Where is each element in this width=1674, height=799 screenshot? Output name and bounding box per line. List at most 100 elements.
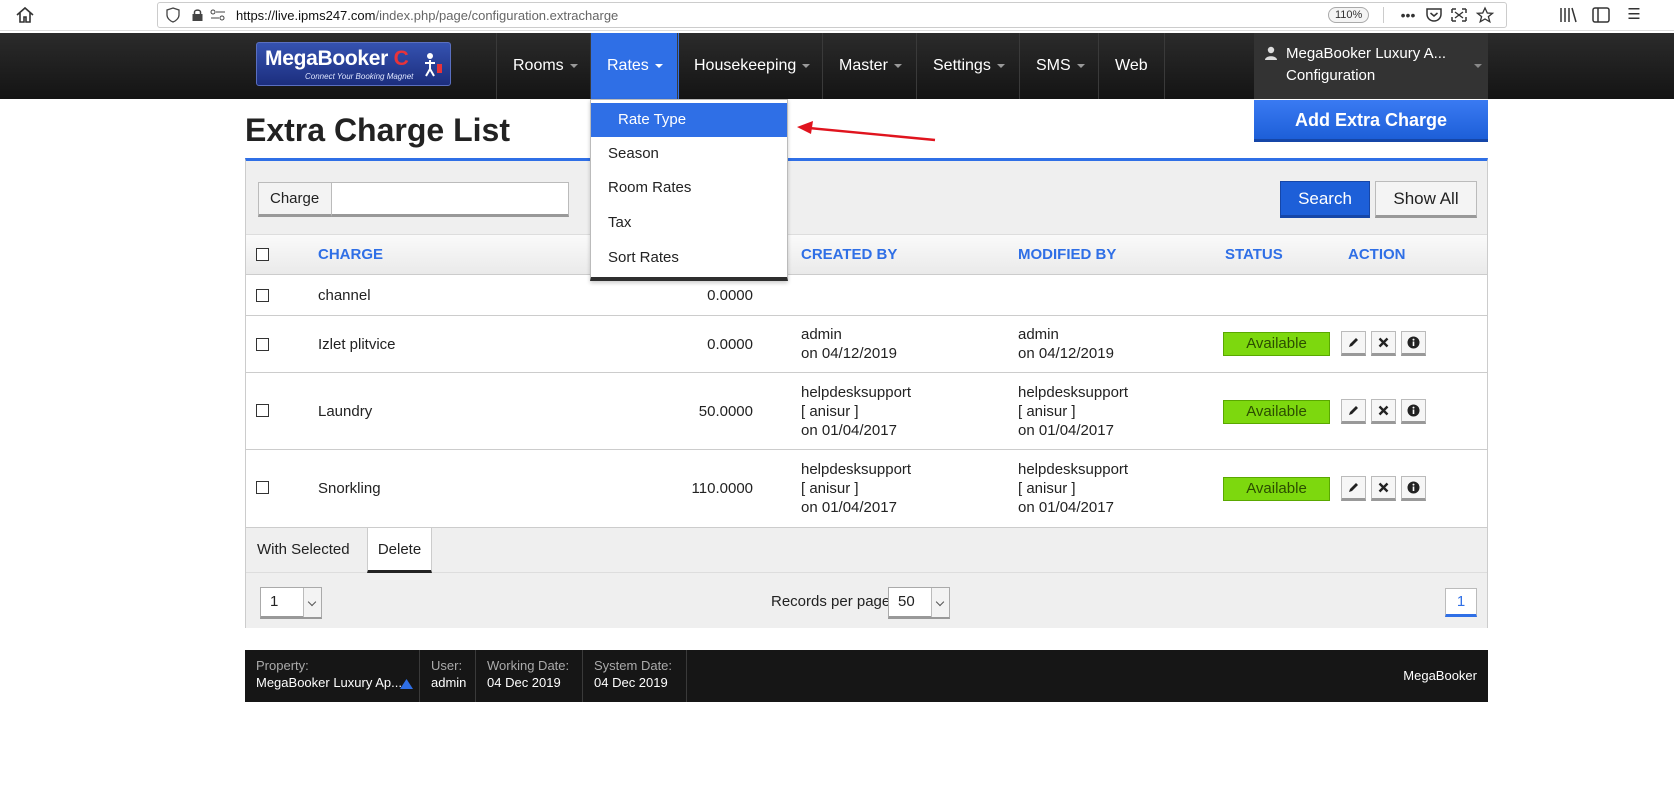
megabooker-logo[interactable]: MegaBooker C Connect Your Booking Magnet xyxy=(256,42,451,86)
caret-down-icon xyxy=(654,63,663,68)
records-per-page-select[interactable]: 50 xyxy=(888,587,950,619)
add-extra-charge-button[interactable]: Add Extra Charge xyxy=(1254,100,1488,142)
filter-bar: Charge Search Show All xyxy=(246,161,1487,235)
delete-selected-button[interactable]: Delete xyxy=(367,528,432,573)
charge-filter-input[interactable] xyxy=(331,182,569,217)
lock-icon[interactable] xyxy=(191,8,204,22)
main-navbar: MegaBooker C Connect Your Booking Magnet… xyxy=(0,33,1674,99)
url-separator xyxy=(1383,7,1384,23)
user-name: MegaBooker Luxury A... xyxy=(1286,45,1447,62)
status-badge: Available xyxy=(1223,332,1330,356)
pocket-icon[interactable] xyxy=(1424,6,1444,24)
caret-down-icon xyxy=(893,63,902,68)
menu-item-season[interactable]: Season xyxy=(591,137,787,171)
edit-button[interactable] xyxy=(1341,476,1366,501)
rates-dropdown-menu: Rate Type Season Room Rates Tax Sort Rat… xyxy=(590,99,788,281)
caret-down-icon xyxy=(996,63,1005,68)
close-icon xyxy=(1378,482,1389,493)
pencil-icon xyxy=(1349,338,1358,347)
footer-property[interactable]: Property: MegaBooker Luxury Ap... xyxy=(245,650,420,702)
pagination-bar: 1 Records per page 50 1 xyxy=(246,573,1487,628)
pencil-icon xyxy=(1349,406,1358,415)
menu-item-rate-type[interactable]: Rate Type xyxy=(591,103,787,137)
app-menu-icon[interactable]: ☰ xyxy=(1623,4,1645,26)
status-badge: Available xyxy=(1223,400,1330,424)
shield-icon[interactable] xyxy=(166,7,180,23)
menu-item-tax[interactable]: Tax xyxy=(591,206,787,240)
chevron-down-icon xyxy=(303,588,321,617)
charge-name: Laundry xyxy=(318,403,373,420)
nav-rooms[interactable]: Rooms xyxy=(496,33,594,99)
annotation-arrow xyxy=(797,121,936,142)
logo-tagline: Connect Your Booking Magnet xyxy=(305,72,414,81)
delete-row-button[interactable] xyxy=(1371,476,1396,501)
screenshot-icon[interactable] xyxy=(1449,6,1469,24)
info-icon xyxy=(1407,404,1420,417)
info-button[interactable] xyxy=(1401,399,1426,424)
footer-brand: MegaBooker xyxy=(1403,668,1477,683)
logo-text: MegaBooker C xyxy=(265,47,409,70)
bulk-actions-bar: With Selected Delete xyxy=(246,528,1487,573)
search-button[interactable]: Search xyxy=(1280,181,1370,218)
column-header-modified-by[interactable]: MODIFIED BY xyxy=(1018,235,1116,275)
nav-housekeeping[interactable]: Housekeeping xyxy=(677,33,826,99)
user-menu[interactable]: MegaBooker Luxury A... Configuration xyxy=(1254,33,1488,99)
close-icon xyxy=(1378,405,1389,416)
caret-down-icon xyxy=(1076,63,1085,68)
row-checkbox[interactable] xyxy=(256,481,269,494)
menu-item-sort-rates[interactable]: Sort Rates xyxy=(591,241,787,275)
user-context: Configuration xyxy=(1286,67,1376,84)
home-icon[interactable] xyxy=(14,4,36,26)
edit-button[interactable] xyxy=(1341,399,1366,424)
url-text[interactable]: https://live.ipms247.com/index.php/page/… xyxy=(236,8,618,23)
created-by: helpdesksupport[ anisur ] on 01/04/2017 xyxy=(801,461,912,516)
delete-row-button[interactable] xyxy=(1371,399,1396,424)
address-bar[interactable]: https://live.ipms247.com/index.php/page/… xyxy=(157,2,1507,28)
select-all-checkbox[interactable] xyxy=(256,248,269,261)
charge-filter-label: Charge xyxy=(258,182,332,217)
page-actions-icon[interactable]: ••• xyxy=(1398,6,1418,24)
modified-by: helpdesksupport[ anisur ] on 01/04/2017 xyxy=(1018,384,1129,439)
charge-name: Izlet plitvice xyxy=(318,336,396,353)
nav-master[interactable]: Master xyxy=(822,33,918,99)
column-header-created-by[interactable]: CREATED BY xyxy=(801,235,897,275)
permissions-icon[interactable] xyxy=(210,9,226,21)
status-badge: Available xyxy=(1223,477,1330,501)
page-button-current[interactable]: 1 xyxy=(1445,588,1477,617)
sidebar-toggle-icon[interactable] xyxy=(1590,4,1612,26)
caret-down-icon xyxy=(802,63,811,68)
page-title: Extra Charge List xyxy=(245,112,510,148)
delete-row-button[interactable] xyxy=(1371,331,1396,356)
column-header-action: ACTION xyxy=(1348,246,1406,263)
chevron-down-icon xyxy=(931,588,949,617)
row-checkbox[interactable] xyxy=(256,338,269,351)
column-header-charge[interactable]: CHARGE xyxy=(318,235,383,275)
charge-amount: 50.0000 xyxy=(698,403,753,420)
info-icon xyxy=(1407,336,1420,349)
charge-amount: 0.0000 xyxy=(707,287,753,304)
nav-rates[interactable]: Rates xyxy=(590,33,679,99)
edit-button[interactable] xyxy=(1341,331,1366,356)
info-button[interactable] xyxy=(1401,331,1426,356)
nav-sms[interactable]: SMS xyxy=(1019,33,1101,99)
nav-web[interactable]: Web xyxy=(1098,33,1165,99)
charge-name: Snorkling xyxy=(318,480,381,497)
row-checkbox[interactable] xyxy=(256,404,269,417)
charge-amount: 110.0000 xyxy=(691,480,753,497)
logo-figure-icon xyxy=(425,53,442,77)
library-icon[interactable] xyxy=(1557,4,1579,26)
column-header-status: STATUS xyxy=(1225,246,1283,263)
menu-item-room-rates[interactable]: Room Rates xyxy=(591,171,787,205)
info-button[interactable] xyxy=(1401,476,1426,501)
pencil-icon xyxy=(1349,483,1358,492)
browser-toolbar: https://live.ipms247.com/index.php/page/… xyxy=(0,0,1674,31)
user-icon xyxy=(1265,46,1277,60)
row-checkbox[interactable] xyxy=(256,289,269,302)
triangle-up-icon[interactable] xyxy=(400,679,413,689)
bookmark-star-icon[interactable] xyxy=(1475,6,1495,24)
footer-system-date: System Date: 04 Dec 2019 xyxy=(583,650,687,702)
zoom-level[interactable]: 110% xyxy=(1328,7,1370,23)
nav-settings[interactable]: Settings xyxy=(916,33,1021,99)
page-select[interactable]: 1 xyxy=(260,587,322,619)
show-all-button[interactable]: Show All xyxy=(1375,181,1477,218)
